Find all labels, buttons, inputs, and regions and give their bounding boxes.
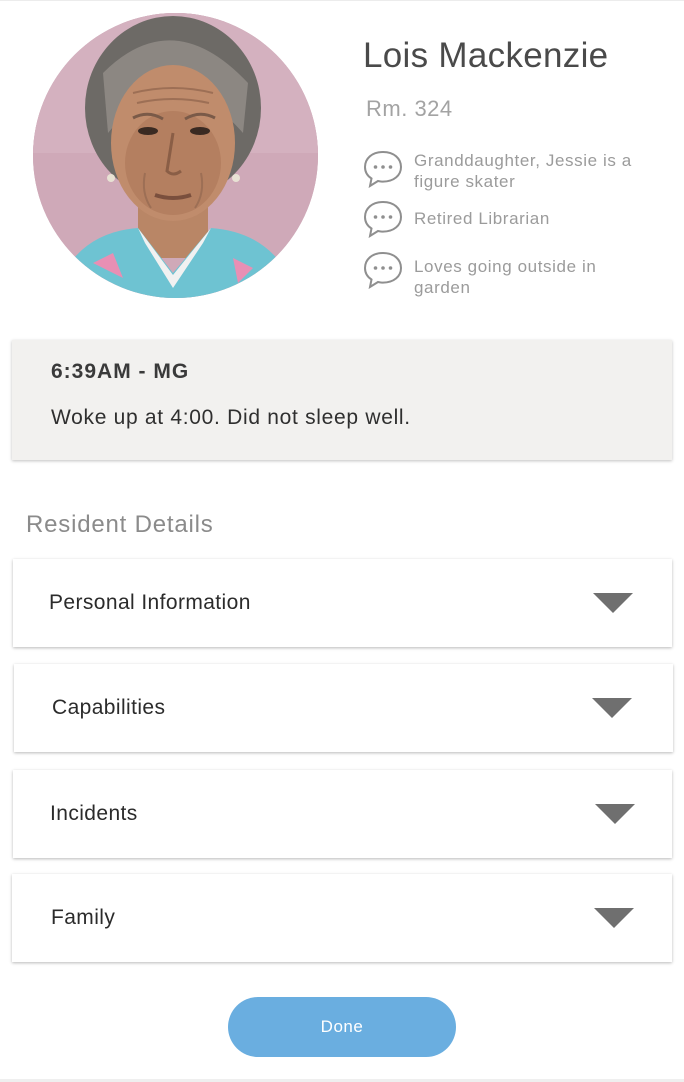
resident-room: Rm. 324: [366, 96, 453, 121]
accordion-incidents[interactable]: Incidents: [13, 770, 672, 858]
log-entry-time: 6:39AM - MG: [51, 360, 190, 383]
chevron-down-icon[interactable]: [594, 908, 634, 928]
accordion-capabilities[interactable]: Capabilities: [14, 664, 673, 752]
accordion-family[interactable]: Family: [12, 874, 672, 962]
chat-bubble-icon: [363, 251, 403, 289]
accordion-personal-information[interactable]: Personal Information: [13, 559, 672, 647]
accordion-label: Incidents: [50, 802, 138, 825]
top-divider: [0, 0, 684, 1]
chevron-down-icon[interactable]: [595, 804, 635, 824]
resident-note: Granddaughter, Jessie is a figure skater: [363, 150, 653, 192]
resident-avatar: [33, 13, 318, 298]
resident-name: Lois Mackenzie: [363, 36, 609, 75]
resident-note-text: Retired Librarian: [414, 209, 550, 228]
resident-note-text: Loves going outside in garden: [414, 257, 597, 297]
resident-details-heading: Resident Details: [26, 511, 214, 538]
chevron-down-icon[interactable]: [592, 698, 632, 718]
chat-bubble-icon: [363, 150, 403, 188]
resident-note: Loves going outside in garden: [363, 251, 653, 298]
done-button[interactable]: Done: [228, 997, 456, 1057]
chat-bubble-icon: [363, 200, 403, 238]
resident-profile-screen: Lois Mackenzie Rm. 324 Granddaughter, Je…: [0, 0, 684, 1082]
log-entry-card: 6:39AM - MG Woke up at 4:00. Did not sle…: [12, 340, 672, 460]
accordion-label: Family: [51, 906, 116, 929]
accordion-label: Personal Information: [49, 591, 251, 614]
accordion-label: Capabilities: [52, 696, 166, 719]
chevron-down-icon[interactable]: [593, 593, 633, 613]
log-entry-text: Woke up at 4:00. Did not sleep well.: [51, 406, 411, 429]
resident-note: Retired Librarian: [363, 200, 653, 238]
resident-note-text: Granddaughter, Jessie is a figure skater: [414, 151, 632, 191]
